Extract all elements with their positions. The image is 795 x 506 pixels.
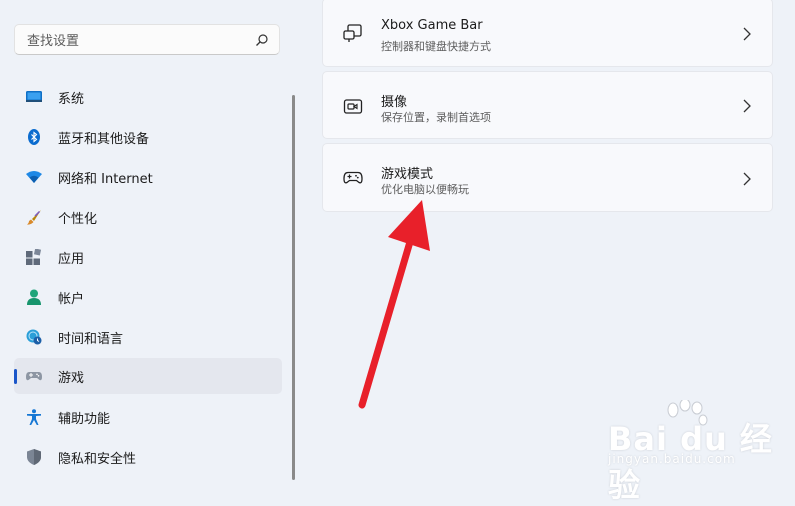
card-title: 摄像: [381, 95, 408, 110]
watermark-url: jingyan.baidu.com: [608, 452, 736, 466]
sidebar-item-network[interactable]: 网络和 Internet: [14, 159, 282, 195]
account-icon: [27, 289, 41, 305]
chevron-right-icon: [743, 172, 751, 186]
bluetooth-icon: [28, 129, 40, 145]
sidebar-item-bluetooth[interactable]: 蓝牙和其他设备: [14, 119, 282, 155]
sidebar-item-label: 隐私和安全性: [58, 452, 137, 467]
sidebar-item-label: 应用: [58, 252, 85, 267]
apps-icon: [26, 249, 42, 265]
card-captures[interactable]: 摄像 保存位置，录制首选项: [322, 71, 773, 139]
system-monitor-icon: [26, 91, 42, 102]
chevron-right-icon: [743, 27, 751, 41]
annotation-arrow: [358, 200, 430, 409]
sidebar-item-accessibility[interactable]: 辅助功能: [14, 399, 282, 435]
sidebar-item-label: 系统: [58, 92, 85, 107]
card-subtitle: 保存位置，录制首选项: [381, 111, 491, 124]
card-xbox-game-bar[interactable]: Xbox Game Bar 控制器和键盘快捷方式: [322, 0, 773, 67]
sidebar-item-apps[interactable]: 应用: [14, 239, 282, 275]
sidebar-item-system[interactable]: 系统: [14, 79, 282, 115]
gamepad-icon: [26, 372, 42, 381]
sidebar-item-label: 蓝牙和其他设备: [58, 132, 150, 147]
accessibility-icon: [27, 409, 41, 425]
sidebar-item-label: 帐户: [58, 292, 85, 307]
game-bar-icon: [343, 24, 362, 42]
search-box[interactable]: [14, 24, 280, 55]
wifi-icon: [26, 171, 42, 183]
sidebar-item-personalization[interactable]: 个性化: [14, 199, 282, 235]
card-subtitle: 控制器和键盘快捷方式: [381, 40, 491, 53]
paintbrush-icon: [27, 210, 41, 225]
search-input[interactable]: [25, 30, 249, 52]
sidebar-item-accounts[interactable]: 帐户: [14, 279, 282, 315]
sidebar-item-label: 个性化: [58, 212, 98, 227]
shield-icon: [27, 449, 41, 465]
card-title: 游戏模式: [381, 167, 434, 182]
sidebar-item-label: 辅助功能: [58, 412, 111, 427]
sidebar-item-label: 时间和语言: [58, 332, 124, 347]
sidebar-item-label: 网络和 Internet: [58, 172, 153, 187]
globe-clock-icon: [26, 329, 42, 345]
sidebar: 系统 蓝牙和其他设备 网络和 Internet 个性化 应用: [0, 0, 300, 490]
search-icon[interactable]: [255, 33, 269, 47]
active-indicator: [14, 369, 17, 384]
sidebar-scrollbar[interactable]: [292, 95, 295, 480]
sidebar-item-privacy[interactable]: 隐私和安全性: [14, 439, 282, 475]
capture-icon: [343, 99, 363, 114]
chevron-right-icon: [743, 99, 751, 113]
sidebar-item-label: 游戏: [58, 371, 85, 386]
sidebar-item-time-language[interactable]: 时间和语言: [14, 319, 282, 355]
card-title: Xbox Game Bar: [381, 18, 483, 33]
sidebar-item-gaming[interactable]: 游戏: [14, 358, 282, 394]
game-mode-icon: [343, 171, 363, 184]
